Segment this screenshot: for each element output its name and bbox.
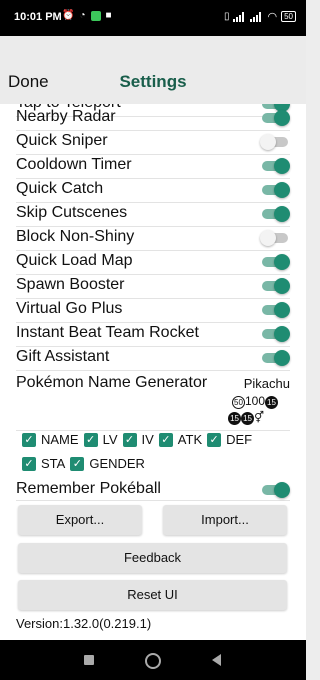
toggle-switch[interactable] [260,206,290,222]
alarm-off-icon: ⏰ [62,10,75,21]
import-button[interactable]: Import... [163,505,287,535]
settings-row[interactable]: Gift Assistant [16,346,290,371]
toggle-switch[interactable] [260,302,290,318]
setting-label: Virtual Go Plus [16,300,123,317]
export-button[interactable]: Export... [18,505,142,535]
name-option-checkbox[interactable]: ✓ DEF [207,432,252,447]
settings-row[interactable]: Virtual Go Plus [16,298,290,323]
clock: 10:01 PM [14,11,62,23]
system-icons: ▯ ◠ 50 [224,10,296,23]
checkmark-icon: ✓ [22,456,36,471]
signal-icon [233,11,246,22]
name-option-label: GENDER [89,456,145,471]
toggle-switch[interactable] [260,230,290,246]
reset-ui-button[interactable]: Reset UI [18,580,287,610]
wifi-icon: ◠ [267,11,278,23]
settings-row[interactable]: Quick Sniper [16,130,290,155]
settings-list[interactable]: Tap to Teleport Nearby RadarQuick Sniper… [0,104,306,640]
video-icon: ■ [105,10,112,21]
navigation-bar [0,640,306,680]
checkmark-icon: ✓ [22,432,36,447]
checkmark-icon: ✓ [158,432,173,447]
vibrate-icon: ▯ [223,11,230,22]
setting-label: Instant Beat Team Rocket [16,324,199,341]
battery-icon: 50 [281,11,296,22]
settings-row-remember-pokeball[interactable]: Remember Pokéball [16,478,290,501]
setting-label: Quick Sniper [16,132,108,149]
name-preview-stats-2: 15 15 ⚥ [228,411,264,425]
status-bar: 10:01 PM ⏰ ◔ ■ ▯ ◠ 50 [0,0,306,36]
app-icon [90,10,101,21]
settings-row[interactable]: Block Non-Shiny [16,226,290,251]
timer-icon: ◔ [79,10,86,21]
level-badge: 50 [231,396,245,409]
feedback-button[interactable]: Feedback [18,543,287,573]
atk-badge: 15 [265,396,278,409]
name-options-line-1: ✓ NAME ✓ LV ✓ IV ✓ ATK ✓ DEF [22,432,252,447]
back-icon[interactable] [212,654,221,666]
name-preview-stats: 50 100 15 [231,394,278,409]
name-preview: Pikachu [243,376,290,391]
toggle-switch[interactable] [260,326,290,342]
setting-label: Cooldown Timer [16,156,132,173]
setting-label: Gift Assistant [16,348,110,365]
checkmark-icon: ✓ [83,432,98,447]
name-generator-row[interactable]: Pokémon Name Generator Pikachu 50 100 15 1… [16,374,290,431]
def-badge: 15 [228,412,242,425]
checkmark-icon: ✓ [70,456,85,471]
toggle-switch[interactable] [260,134,290,150]
checkmark-icon: ✓ [207,432,222,447]
name-option-label: STA [41,456,66,471]
name-option-checkbox[interactable]: ✓ STA [22,456,65,471]
settings-row[interactable]: Quick Catch [16,178,290,203]
settings-row[interactable]: Spawn Booster [16,274,290,299]
name-option-checkbox[interactable]: ✓ ATK [158,432,203,447]
setting-label: Quick Catch [16,180,104,197]
name-option-label: DEF [226,432,253,447]
app-header: Settings Done [0,36,306,104]
signal-2-icon [250,11,263,22]
name-option-checkbox[interactable]: ✓ NAME [22,432,79,447]
name-option-checkbox[interactable]: ✓ LV [83,432,118,447]
done-button[interactable]: Done [8,72,49,92]
settings-row[interactable]: Nearby Radar [16,106,290,131]
toggle-switch[interactable] [260,254,290,270]
iv-percent: 100 [244,394,265,408]
setting-label: Remember Pokéball [16,480,161,497]
home-icon[interactable] [145,653,161,669]
name-option-label: LV [102,432,118,447]
setting-label: Block Non-Shiny [16,228,135,245]
checkmark-icon: ✓ [122,432,137,447]
settings-row[interactable]: Instant Beat Team Rocket [16,322,290,347]
settings-row[interactable]: Skip Cutscenes [16,202,290,227]
settings-row[interactable]: Quick Load Map [16,250,290,275]
setting-label: Spawn Booster [16,276,125,293]
toggle-switch[interactable] [260,158,290,174]
version-label: Version:1.32.0(0.219.1) [16,616,152,631]
name-option-label: NAME [41,432,79,447]
name-option-checkbox[interactable]: ✓ IV [122,432,154,447]
name-option-label: IV [141,432,154,447]
toggle-switch[interactable] [260,278,290,294]
name-option-label: ATK [177,432,203,447]
toggle-switch[interactable] [260,110,290,126]
toggle-switch[interactable] [260,482,290,498]
sta-badge: 15 [241,412,255,425]
setting-label: Skip Cutscenes [16,204,128,221]
name-options-line-2: ✓ STA ✓ GENDER [22,456,145,471]
settings-row[interactable]: Cooldown Timer [16,154,290,179]
setting-label: Quick Load Map [16,252,133,269]
toggle-switch[interactable] [260,350,290,366]
setting-label: Nearby Radar [16,108,116,125]
notification-icons: ⏰ ◔ ■ [62,10,112,21]
toggle-switch[interactable] [260,182,290,198]
recents-icon[interactable] [84,655,94,665]
gender-icon: ⚥ [254,412,264,424]
name-option-checkbox[interactable]: ✓ GENDER [70,456,145,471]
name-generator-label: Pokémon Name Generator [16,374,208,391]
